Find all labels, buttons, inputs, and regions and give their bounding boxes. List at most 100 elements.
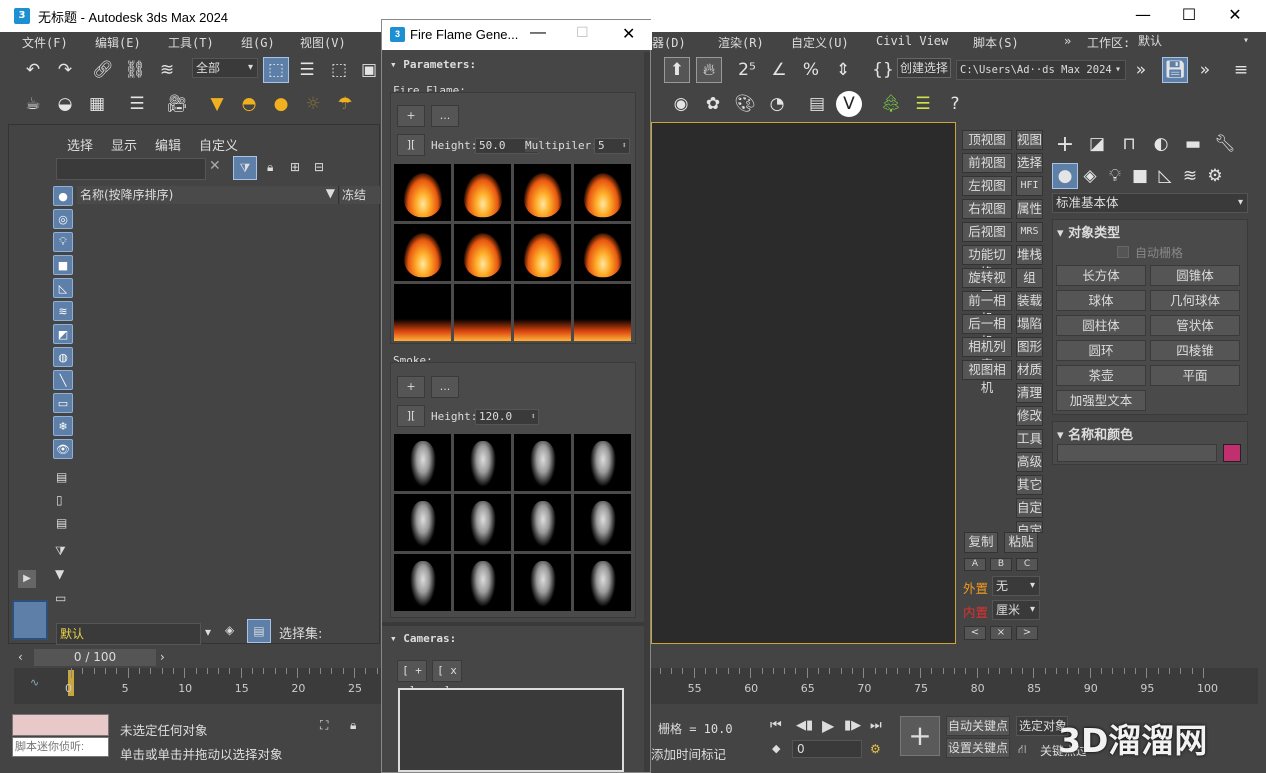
fire-thumbnail[interactable] xyxy=(454,284,511,341)
btn-camera-list[interactable]: 相机列表 xyxy=(962,337,1012,372)
paste-button[interactable]: 粘贴 xyxy=(1004,532,1038,553)
maximize-button[interactable]: ☐ xyxy=(1166,0,1212,32)
fire-thumbnail[interactable] xyxy=(454,224,511,281)
box-button[interactable]: 长方体 xyxy=(1056,265,1146,286)
text-plus-button[interactable]: 加强型文本 xyxy=(1056,390,1146,411)
fire-thumbnail[interactable] xyxy=(514,284,571,341)
menu-file[interactable]: 文件(F) xyxy=(22,34,68,51)
btn-mrs[interactable]: MRS xyxy=(1016,222,1043,242)
systems-icon[interactable]: ⚙ xyxy=(1202,163,1228,189)
save-icon[interactable]: 💾︎ xyxy=(1162,57,1188,83)
fire-thumbnail[interactable] xyxy=(394,284,451,341)
frame-display[interactable]: 0 / 100 xyxy=(34,649,156,666)
layer-select[interactable]: 默认 xyxy=(56,623,201,645)
key-filter-icon[interactable]: ⛙ xyxy=(1018,742,1026,758)
frozen-column-header[interactable]: 冻结 xyxy=(340,186,380,204)
tab-display[interactable]: 显示 xyxy=(111,135,137,154)
chevron-down-icon[interactable]: ▾ xyxy=(205,625,211,639)
smoke-thumbnail[interactable] xyxy=(394,494,451,551)
search-input[interactable] xyxy=(56,158,206,180)
clear-button[interactable]: × xyxy=(990,626,1012,640)
goto-end-icon[interactable]: ⏭ xyxy=(870,718,882,733)
render-frame-icon[interactable]: ▤ xyxy=(804,91,830,117)
hemisphere-icon[interactable]: ◓ xyxy=(236,91,262,117)
btn-shapes[interactable]: 图形 xyxy=(1016,337,1043,357)
unlink-icon[interactable]: ⛓︎ xyxy=(122,57,148,83)
smoke-thumbnail[interactable] xyxy=(394,434,451,491)
render-setup-icon[interactable]: ◔ xyxy=(764,91,790,117)
display-bones-icon[interactable]: ╲ xyxy=(53,370,73,390)
btn-hfi[interactable]: HFI xyxy=(1016,176,1043,196)
forest-icon[interactable]: 🌲︎ xyxy=(878,91,904,117)
umbrella-icon[interactable]: ☂ xyxy=(332,91,358,117)
tab-select[interactable]: 选择 xyxy=(67,135,93,154)
cameras-icon[interactable]: ■ xyxy=(1127,163,1153,189)
display-spacewarps-icon[interactable]: ≋ xyxy=(53,301,73,321)
smoke-bracket-button[interactable]: ][ xyxy=(397,405,425,427)
fire-thumbnail[interactable] xyxy=(454,164,511,221)
motion-tab-icon[interactable]: ◐ xyxy=(1148,131,1174,157)
next-button[interactable]: > xyxy=(1016,626,1038,640)
spinner-snap-icon[interactable]: ⇕ xyxy=(830,57,856,83)
snap-move-icon[interactable]: ⬆ xyxy=(664,57,690,83)
blank-page-icon[interactable]: ▯ xyxy=(56,493,63,507)
btn-custom[interactable]: 自定 xyxy=(1016,498,1043,518)
menu-modifiers[interactable]: 器(D) xyxy=(652,34,686,51)
btn-collapse[interactable]: 塌陷 xyxy=(1016,314,1043,334)
display-frozen-icon[interactable]: ❄ xyxy=(53,416,73,436)
btn-group[interactable]: 组 xyxy=(1016,268,1043,288)
smoke-thumbnail[interactable] xyxy=(394,554,451,611)
fire-thumbnail[interactable] xyxy=(574,224,631,281)
viewport[interactable] xyxy=(651,122,956,644)
clear-search-icon[interactable]: ✕ xyxy=(209,158,221,174)
menu-edit[interactable]: 编辑(E) xyxy=(95,34,141,51)
modify-tab-icon[interactable]: ◪ xyxy=(1084,131,1110,157)
btn-top-view[interactable]: 顶视图 xyxy=(962,130,1012,150)
snaps-toggle-icon[interactable]: 2⁵ xyxy=(734,57,760,83)
smoke-thumbnail[interactable] xyxy=(574,494,631,551)
select-by-name-icon[interactable]: ☰ xyxy=(294,57,320,83)
display-hidden-icon[interactable]: 👁︎ xyxy=(53,439,73,459)
minimize-button[interactable]: — xyxy=(1120,0,1166,32)
display-containers-icon[interactable]: ▭ xyxy=(53,393,73,413)
menu-views[interactable]: 视图(V) xyxy=(300,34,346,51)
goto-start-icon[interactable]: ⏮ xyxy=(770,718,782,733)
set-key-big-button[interactable]: + xyxy=(900,716,940,756)
maxscript-listener[interactable] xyxy=(12,714,109,736)
maximize-button[interactable]: ☐ xyxy=(576,24,589,41)
shapes-icon[interactable]: ◈ xyxy=(1077,163,1103,189)
edit-named-selection-icon[interactable]: {} xyxy=(870,57,896,83)
btn-other[interactable]: 其它 xyxy=(1016,475,1043,495)
helpers-icon[interactable]: ◺ xyxy=(1152,163,1178,189)
filter-icon[interactable]: ⧩ xyxy=(233,156,257,180)
torus-button[interactable]: 圆环 xyxy=(1056,340,1146,361)
chevron-left-icon[interactable]: ‹ xyxy=(18,650,23,664)
cone-button[interactable]: 圆锥体 xyxy=(1150,265,1240,286)
auto-key-button[interactable]: 自动关键点 xyxy=(946,716,1010,736)
project-path-select[interactable]: C:\Users\Ad··ds Max 2024 xyxy=(956,60,1126,80)
sphere-icon[interactable]: ● xyxy=(268,91,294,117)
current-frame-input[interactable]: 0 xyxy=(792,740,862,758)
select-object-icon[interactable]: ⬚ xyxy=(263,57,289,83)
smoke-thumbnail[interactable] xyxy=(574,554,631,611)
palette-icon[interactable]: 🎨︎ xyxy=(732,91,758,117)
category-select[interactable]: 标准基本体 xyxy=(1052,193,1248,213)
chevron-right-icon[interactable]: › xyxy=(160,650,165,664)
close-button[interactable]: ✕ xyxy=(1212,0,1258,32)
display-groups-icon[interactable]: ◩ xyxy=(53,324,73,344)
teapot-icon[interactable]: ☕︎ xyxy=(20,91,46,117)
menu-render[interactable]: 渲染(R) xyxy=(718,34,764,51)
add-time-tag[interactable]: 添加时间标记 xyxy=(651,744,726,763)
smoke-thumbnail[interactable] xyxy=(454,434,511,491)
chevron-right-icon[interactable]: » xyxy=(1064,34,1071,48)
fire-tool-icon[interactable]: 🔥︎ xyxy=(696,57,722,83)
selection-filter-select[interactable]: 全部 xyxy=(192,58,258,78)
btn-toggle-function[interactable]: 功能切换 xyxy=(962,245,1012,280)
chevron-right-icon[interactable]: » xyxy=(1192,57,1218,83)
utilities-tab-icon[interactable]: 🔧︎ xyxy=(1212,131,1238,157)
collapse-icon[interactable]: ▾ xyxy=(390,632,403,645)
smoke-thumbnail[interactable] xyxy=(514,434,571,491)
btn-view[interactable]: 视图 xyxy=(1016,130,1043,150)
geosphere-button[interactable]: 几何球体 xyxy=(1150,290,1240,311)
layer-explorer-icon[interactable]: ▤ xyxy=(247,619,271,643)
